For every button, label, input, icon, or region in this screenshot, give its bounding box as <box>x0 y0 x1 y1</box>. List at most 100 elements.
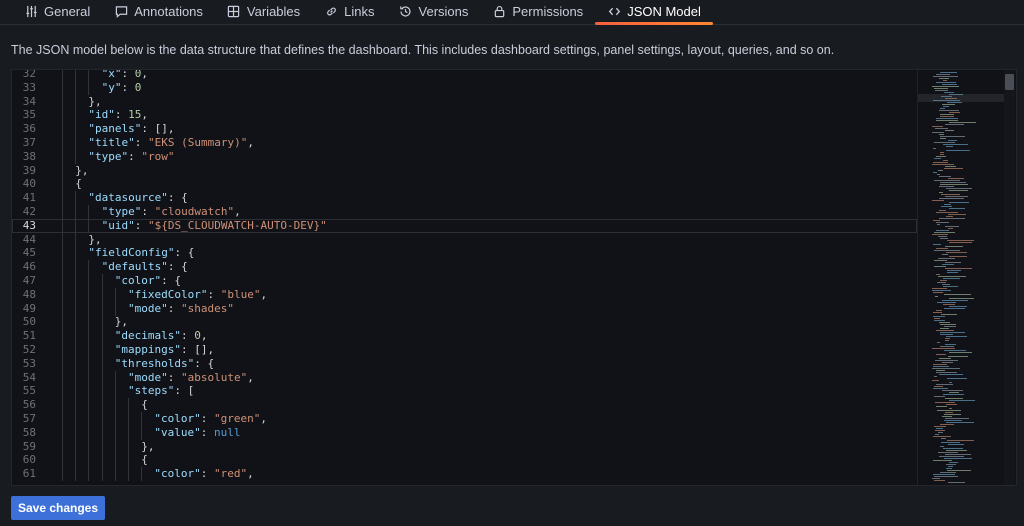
indent-guide <box>88 467 90 482</box>
indent-guide <box>62 329 63 344</box>
minimap-stroke <box>943 286 958 287</box>
code-line[interactable]: 33 "y": 0 <box>12 80 917 95</box>
minimap-stroke <box>943 278 960 279</box>
minimap-stroke <box>933 436 951 437</box>
minimap-stroke <box>936 354 946 355</box>
line-number: 33 <box>22 80 36 94</box>
code-line[interactable]: 58 "value": null <box>12 425 917 440</box>
code-line[interactable]: 60 { <box>12 453 917 468</box>
code-line[interactable]: 43 "uid": "${DS_CLOUDWATCH-AUTO-DEV}" <box>12 218 917 233</box>
code-line[interactable]: 36 "panels": [], <box>12 122 917 137</box>
indent-guide <box>62 356 63 371</box>
code-line[interactable]: 38 "type": "row" <box>12 149 917 164</box>
code-line[interactable]: 47 "color": { <box>12 274 917 288</box>
indent-guide <box>62 287 63 302</box>
editor-scrollbar[interactable] <box>1004 70 1015 485</box>
minimap-stroke <box>933 316 945 317</box>
tab-json-model[interactable]: JSON Model <box>595 0 713 25</box>
minimap-stroke <box>934 158 941 159</box>
code-line[interactable]: 51 "decimals": 0, <box>12 329 917 344</box>
scrollbar-thumb[interactable] <box>1005 74 1014 90</box>
indent-guide <box>88 274 90 288</box>
code-line[interactable]: 49 "mode": "shades" <box>12 301 917 316</box>
minimap-stroke <box>940 72 957 73</box>
code-line[interactable]: 34}, <box>12 94 917 109</box>
indent-guide <box>62 274 63 288</box>
history-icon <box>399 4 413 18</box>
code-line[interactable]: 46 "defaults": { <box>12 260 917 275</box>
minimap-stroke <box>946 252 967 253</box>
minimap-viewport[interactable] <box>918 94 1005 102</box>
code-line[interactable]: 52 "mappings": [], <box>12 343 917 357</box>
minimap-stroke <box>945 262 961 263</box>
code-line[interactable]: 44}, <box>12 232 917 247</box>
indent-guide <box>101 384 103 399</box>
indent-guide <box>88 384 90 399</box>
indent-guide <box>75 453 77 468</box>
indent-guide <box>114 425 116 440</box>
line-number: 46 <box>22 260 36 274</box>
indent-guide <box>62 94 63 109</box>
line-number: 41 <box>22 191 36 205</box>
minimap-stroke <box>935 402 955 403</box>
indent-guide <box>75 218 77 233</box>
minimap-stroke <box>949 256 967 257</box>
json-code-editor[interactable]: 32 "x": 0, 33 "y": 0 34}, 35 "id": 15, 36 "panel… <box>11 69 1017 486</box>
tab-general[interactable]: General <box>0 0 102 22</box>
minimap-stroke <box>938 236 947 237</box>
code-line[interactable]: 57 "color": "green", <box>12 412 917 426</box>
indent-guide <box>114 398 116 413</box>
line-code: }, <box>75 163 89 177</box>
minimap-stroke <box>946 464 956 465</box>
tab-links[interactable]: Links <box>312 0 386 22</box>
minimap-stroke <box>947 102 962 103</box>
editor-lines[interactable]: 32 "x": 0, 33 "y": 0 34}, 35 "id": 15, 36 "panel… <box>12 70 917 485</box>
save-changes-button[interactable]: Save changes <box>11 496 105 520</box>
editor-minimap[interactable] <box>917 70 1005 485</box>
code-line[interactable]: 55 "steps": [ <box>12 384 917 399</box>
code-line[interactable]: 59}, <box>12 439 917 454</box>
code-line[interactable]: 37 "title": "EKS (Summary)", <box>12 136 917 150</box>
code-line[interactable]: 32 "x": 0, <box>12 70 917 81</box>
indent-guide <box>62 149 63 164</box>
code-line[interactable]: 48 "fixedColor": "blue", <box>12 287 917 302</box>
code-line[interactable]: 40 { <box>12 177 917 192</box>
line-number: 36 <box>22 122 36 136</box>
minimap-stroke <box>935 434 939 435</box>
indent-guide <box>88 329 90 344</box>
minimap-stroke <box>936 222 949 223</box>
indent-guide <box>62 122 63 137</box>
code-line[interactable]: 50}, <box>12 315 917 330</box>
tab-permissions[interactable]: Permissions <box>480 0 595 22</box>
indent-guide <box>75 136 77 150</box>
minimap-stroke <box>948 228 953 229</box>
code-line[interactable]: 53 "thresholds": { <box>12 356 917 371</box>
indent-guide <box>62 301 63 316</box>
code-line[interactable]: 54 "mode": "absolute", <box>12 370 917 385</box>
minimap-stroke <box>940 154 944 155</box>
minimap-stroke <box>944 458 972 459</box>
minimap-stroke <box>944 326 956 327</box>
indent-guide <box>101 356 103 371</box>
tab-variables[interactable]: Variables <box>215 0 312 22</box>
tab-versions[interactable]: Versions <box>387 0 481 22</box>
code-line[interactable]: 39}, <box>12 163 917 178</box>
code-line[interactable]: 56 { <box>12 398 917 413</box>
indent-guide <box>75 343 77 357</box>
minimap-stroke <box>933 172 937 173</box>
indent-guide <box>114 412 116 426</box>
indent-guide <box>75 398 77 413</box>
minimap-stroke <box>938 258 955 259</box>
tab-annotations[interactable]: Annotations <box>102 0 215 22</box>
minimap-stroke <box>943 106 949 107</box>
minimap-stroke <box>937 342 940 343</box>
code-line[interactable]: 61 "color": "red", <box>12 467 917 482</box>
tab-label: Links <box>344 3 375 19</box>
code-line[interactable]: 41 "datasource": { <box>12 191 917 206</box>
code-line[interactable]: 45 "fieldConfig": { <box>12 246 917 261</box>
minimap-stroke <box>946 146 953 147</box>
code-line[interactable]: 42 "type": "cloudwatch", <box>12 205 917 219</box>
minimap-stroke <box>945 418 969 419</box>
code-line[interactable]: 35 "id": 15, <box>12 108 917 123</box>
minimap-stroke <box>949 392 959 393</box>
